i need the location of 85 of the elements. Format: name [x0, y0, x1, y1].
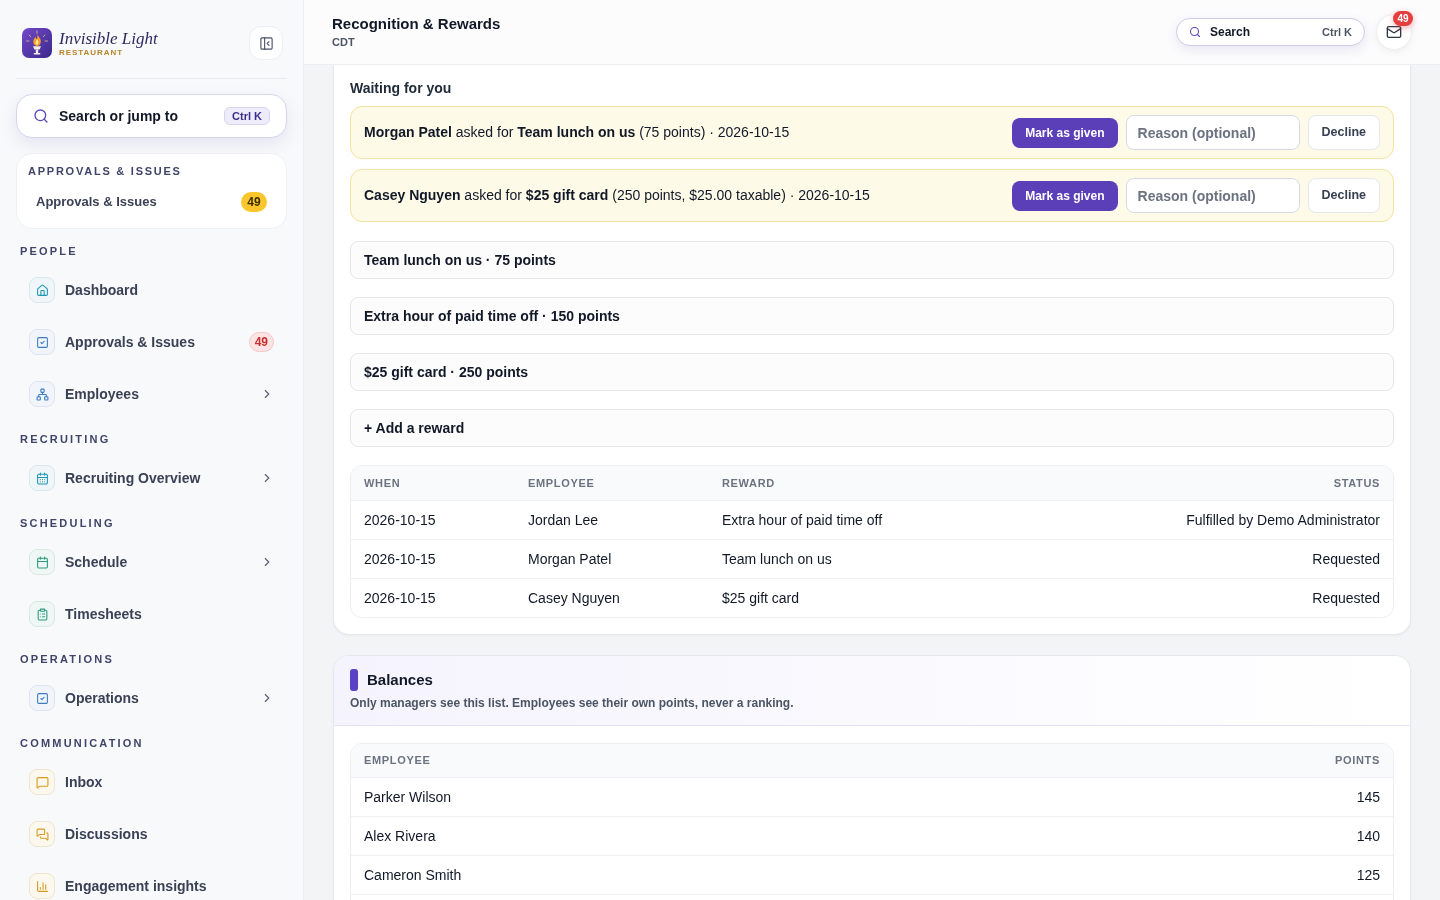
nav-item[interactable]: Approvals & Issues 49: [16, 316, 287, 368]
add-reward-button[interactable]: + Add a reward: [350, 409, 1394, 447]
section-heading: COMMUNICATION: [19, 736, 145, 750]
card-note: Only managers see this list. Employees see their own points, never a ranking.: [350, 694, 795, 712]
decline-button[interactable]: Decline: [1307, 178, 1380, 213]
section-heading: RECRUITING: [19, 432, 112, 446]
search-button[interactable]: Search or jump to Ctrl K: [16, 94, 287, 138]
nav-item[interactable]: Engagement insights: [16, 860, 287, 900]
column-header: WHEN: [364, 475, 402, 491]
calendar-icon: [29, 549, 55, 575]
nav-item[interactable]: Timesheets: [16, 588, 287, 640]
table-cell-text: 2026-10-15: [364, 510, 437, 530]
house-icon: [29, 277, 55, 303]
table-cell-text: 140: [1356, 826, 1380, 846]
table-cell-text: $25 gift card: [722, 588, 801, 608]
table-cell-text: 2026-10-15: [364, 588, 437, 608]
table-cell-text: Extra hour of paid time off: [722, 510, 884, 530]
chat-bubble-icon: [29, 769, 55, 795]
shortcut-key: Ctrl K: [1322, 23, 1352, 41]
column-header: STATUS: [1333, 475, 1380, 491]
request-text: Casey Nguyen asked for $25 gift card (250 points, $25.00 taxable) · 2026-10-15: [364, 186, 870, 205]
sidebar-panel-icon: [258, 35, 274, 51]
nav-item[interactable]: Recruiting Overview: [16, 452, 287, 504]
table-cell-text: 145: [1356, 787, 1380, 807]
nav-item[interactable]: Dashboard: [16, 264, 287, 316]
section-heading: PEOPLE: [19, 244, 79, 258]
network-icon: [29, 381, 55, 407]
section-heading: SCHEDULING: [19, 516, 116, 530]
clipboard-icon: [29, 601, 55, 627]
page-subtitle: CDT: [332, 35, 356, 49]
section-heading: APPROVALS & ISSUES: [28, 164, 183, 178]
table-cell-text: Team lunch on us: [722, 549, 833, 569]
nav-item[interactable]: Employees: [16, 368, 287, 420]
request-text: Morgan Patel asked for Team lunch on us (75 points) · 2026-10-15: [364, 123, 790, 142]
table-cell-text: 125: [1356, 865, 1380, 885]
table-cell-text: Fulfilled by Demo Administrator: [1186, 510, 1380, 530]
search-icon: [33, 108, 49, 124]
search-icon: [1189, 26, 1201, 38]
card-title: Balances: [367, 670, 433, 690]
nav-item[interactable]: Discussions: [16, 808, 287, 860]
mark-as-given-button[interactable]: Mark as given: [1012, 180, 1118, 211]
nav-item[interactable]: Schedule: [16, 536, 287, 588]
brand-name: Invisible Light: [59, 29, 158, 48]
column-header: EMPLOYEE: [364, 753, 432, 769]
section-title: Waiting for you: [350, 79, 453, 98]
column-header: POINTS: [1335, 753, 1380, 769]
accent-bar-icon: [350, 669, 358, 692]
checkbox-icon: [29, 685, 55, 711]
nav-item[interactable]: Inbox: [16, 756, 287, 808]
count-badge: 49: [1393, 11, 1413, 26]
table-cell-text: Casey Nguyen: [528, 588, 621, 608]
table-cell-text: Cameron Smith: [364, 865, 463, 885]
chat-bubbles-icon: [29, 821, 55, 847]
table-cell-text: Requested: [1312, 549, 1380, 569]
checkbox-icon: [29, 329, 55, 355]
reward-item[interactable]: Extra hour of paid time off · 150 points: [350, 297, 1394, 335]
flame-logo-icon: [22, 28, 52, 58]
table-cell-text: Parker Wilson: [364, 787, 453, 807]
reward-item[interactable]: Team lunch on us · 75 points: [350, 241, 1394, 279]
reason-field[interactable]: Reason (optional): [1125, 178, 1300, 213]
brand-tagline: RESTAURANT: [59, 48, 125, 57]
search-button[interactable]: Search Ctrl K: [1176, 18, 1365, 46]
page-title: Recognition & Rewards: [332, 15, 501, 33]
inbox-button[interactable]: 49: [1376, 14, 1412, 50]
mark-as-given-button[interactable]: Mark as given: [1012, 117, 1118, 148]
table-cell-text: Jordan Lee: [528, 510, 600, 530]
nav-item[interactable]: Operations: [16, 672, 287, 724]
reason-field[interactable]: Reason (optional): [1125, 115, 1300, 150]
table-cell-text: Alex Rivera: [364, 826, 437, 846]
mail-icon: [1386, 24, 1402, 40]
table-cell-text: 2026-10-15: [364, 549, 437, 569]
collapse-sidebar-button[interactable]: [249, 26, 283, 60]
count-badge: 49: [248, 332, 274, 352]
column-header: EMPLOYEE: [528, 475, 596, 491]
shortcut-key: Ctrl K: [224, 107, 270, 125]
section-heading: OPERATIONS: [19, 652, 115, 666]
count-badge: 49: [241, 192, 267, 212]
table-cell-text: Requested: [1312, 588, 1380, 608]
table-cell-text: Morgan Patel: [528, 549, 613, 569]
calendar-icon: [29, 465, 55, 491]
nav-item[interactable]: Approvals & Issues 49: [28, 186, 275, 218]
reward-item[interactable]: $25 gift card · 250 points: [350, 353, 1394, 391]
bar-chart-icon: [29, 873, 55, 899]
column-header: REWARD: [722, 475, 776, 491]
decline-button[interactable]: Decline: [1307, 115, 1380, 150]
